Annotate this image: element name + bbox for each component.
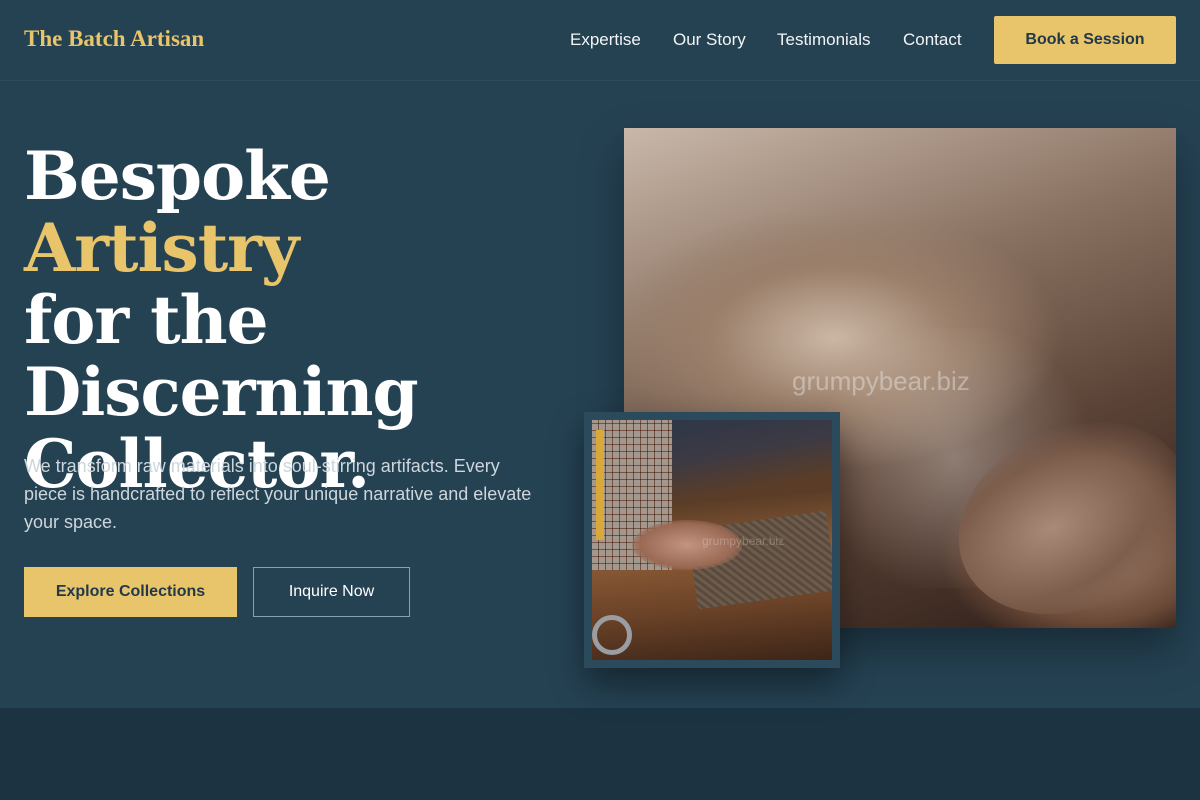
book-session-button[interactable]: Book a Session: [994, 16, 1176, 64]
nav-link-contact[interactable]: Contact: [903, 30, 962, 50]
hero-secondary-image: grumpybear.biz: [592, 420, 832, 660]
nav-link-expertise[interactable]: Expertise: [570, 30, 641, 50]
image-watermark: grumpybear.biz: [792, 366, 970, 396]
measuring-tape: [596, 430, 604, 540]
scissors-icon: [592, 615, 632, 655]
next-section-band: [0, 708, 1200, 800]
top-navbar: The Batch Artisan Expertise Our Story Te…: [0, 0, 1200, 81]
hero-headline: Bespoke Artistry for the Discerning Colle…: [24, 140, 594, 500]
headline-accent: Artistry: [24, 209, 299, 287]
explore-collections-button[interactable]: Explore Collections: [24, 567, 237, 617]
nav-link-testimonials[interactable]: Testimonials: [777, 30, 871, 50]
site-logo[interactable]: The Batch Artisan: [24, 26, 204, 52]
hero-subtext: We transform raw materials into soul-sti…: [24, 456, 532, 532]
inquire-now-button[interactable]: Inquire Now: [253, 567, 410, 617]
nav-link-our-story[interactable]: Our Story: [673, 30, 746, 50]
small-image-watermark: grumpybear.biz: [702, 534, 785, 548]
headline-part1: Bespoke: [24, 137, 331, 215]
